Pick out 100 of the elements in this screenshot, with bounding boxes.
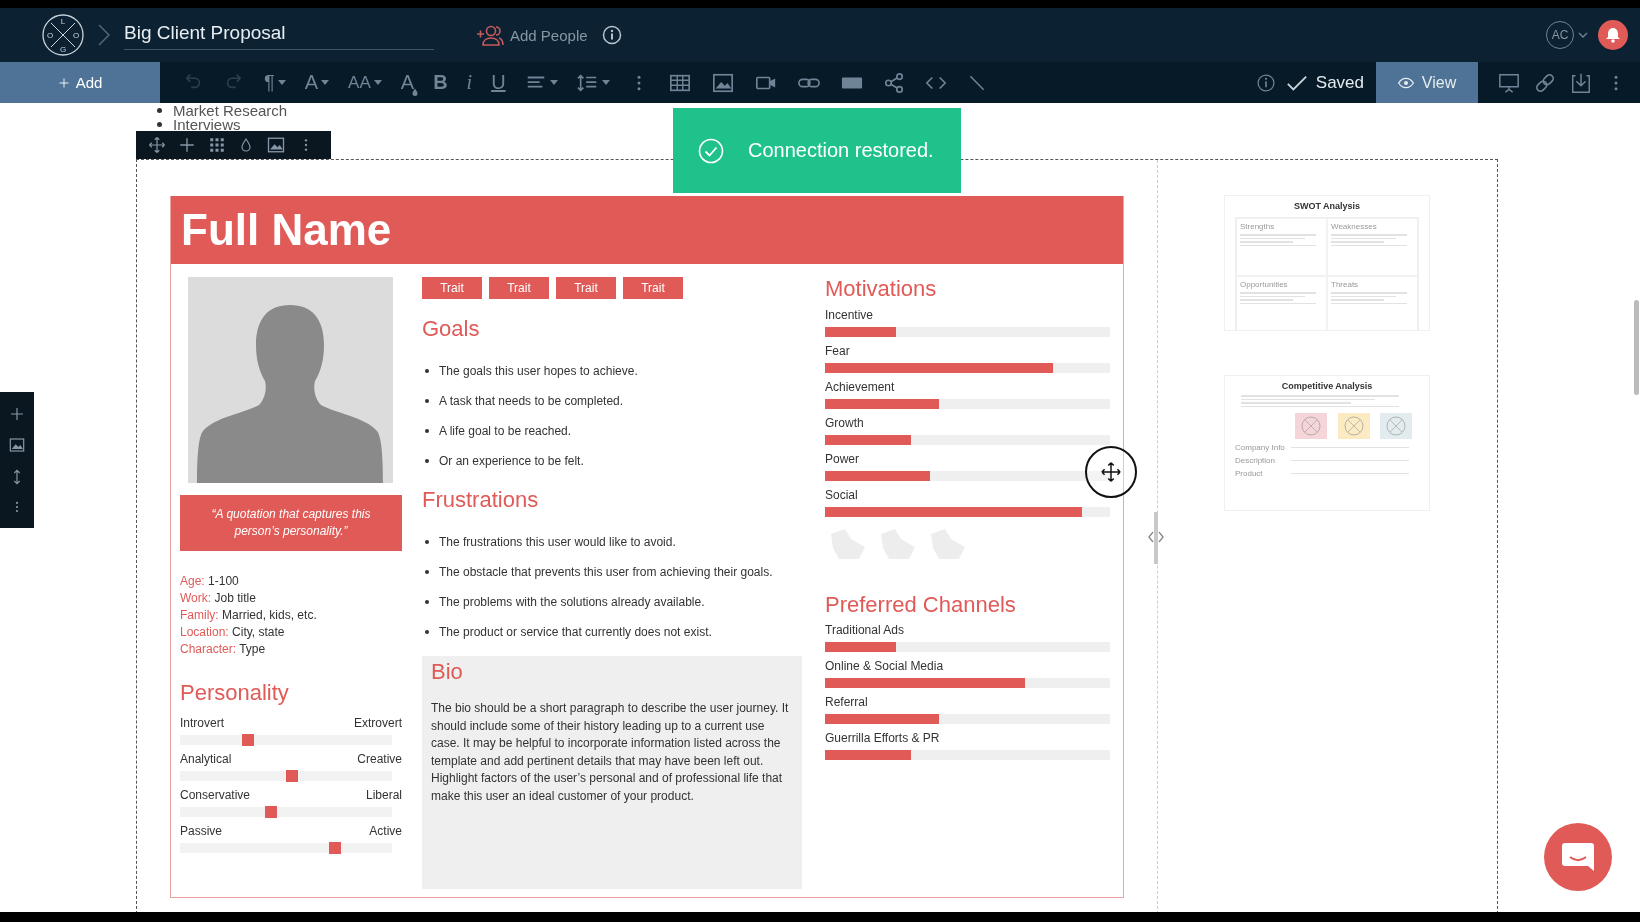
detail-value: 1-100 xyxy=(208,574,239,588)
bar-label: Achievement xyxy=(825,379,896,395)
frustration-item: The problems with the solutions already available. xyxy=(439,595,705,609)
italic-button[interactable]: i xyxy=(466,71,473,94)
bar-label: Power xyxy=(825,451,860,467)
text-color-button[interactable]: A xyxy=(400,71,415,94)
bar-label: Growth xyxy=(825,415,865,431)
caret-icon[interactable] xyxy=(1578,32,1588,38)
thumbnail-title: SWOT Analysis xyxy=(1292,201,1362,211)
row-label: Description xyxy=(1235,456,1276,465)
detail-label: Location: xyxy=(180,625,229,639)
slider-label: Active xyxy=(369,823,402,839)
logo-icon[interactable]: L O G O xyxy=(42,14,84,56)
detail-value: Job title xyxy=(214,591,256,605)
scrollbar[interactable] xyxy=(1634,300,1639,395)
bullet-icon xyxy=(157,121,162,127)
slider-track[interactable] xyxy=(180,771,392,781)
bar-label: Traditional Ads xyxy=(825,622,905,638)
slider-label: Introvert xyxy=(180,715,224,731)
section-heading: Goals xyxy=(422,315,481,343)
trait-tag: Trait xyxy=(556,277,616,299)
bullet-icon xyxy=(425,429,429,433)
goal-item: The goals this user hopes to achieve. xyxy=(439,364,638,378)
bullet-icon xyxy=(425,630,429,634)
slider-label: Liberal xyxy=(365,787,402,803)
grid-icon[interactable] xyxy=(208,136,226,154)
chat-icon xyxy=(1561,842,1595,872)
move-icon[interactable] xyxy=(148,136,166,154)
image-icon[interactable] xyxy=(8,437,26,454)
bold-button[interactable]: B xyxy=(433,71,448,94)
bar-label: Online & Social Media xyxy=(825,658,945,674)
caret-icon[interactable] xyxy=(601,80,610,85)
underline-button[interactable]: U xyxy=(491,71,506,94)
slider-label: Analytical xyxy=(180,751,232,767)
download-icon[interactable] xyxy=(1570,71,1592,94)
add-button[interactable]: Add xyxy=(0,62,160,103)
paragraph-button[interactable]: ¶ xyxy=(264,71,286,94)
page-thumbnail[interactable]: Competitive Analysis Company Info Description Product xyxy=(1224,375,1430,511)
detail-label: Character: xyxy=(180,642,237,656)
bullet-icon xyxy=(425,459,429,463)
frustration-item: The obstacle that prevents this user from achieving their goals. xyxy=(439,565,773,579)
add-people-button[interactable]: Add People xyxy=(476,24,588,46)
color-icon[interactable] xyxy=(238,137,254,153)
resize-handle[interactable] xyxy=(1154,512,1158,564)
font-button[interactable]: A xyxy=(304,71,330,94)
detail-value: City, state xyxy=(232,625,285,639)
goal-item: Or an experience to be felt. xyxy=(439,454,584,468)
goal-item: A life goal to be reached. xyxy=(439,424,572,438)
trait-tag: Trait xyxy=(489,277,549,299)
detail-label: Work: xyxy=(180,591,212,605)
bullet-icon xyxy=(157,107,162,113)
notification-button[interactable] xyxy=(1598,20,1628,50)
slider-track[interactable] xyxy=(180,807,392,817)
slider-track[interactable] xyxy=(180,843,392,853)
page-thumbnail[interactable]: SWOT Analysis Strengths Weaknesses Opportunities Threats xyxy=(1224,195,1430,331)
info-icon[interactable] xyxy=(601,25,622,45)
document-title[interactable]: Big Client Proposal xyxy=(124,22,434,50)
row-label: Company Info xyxy=(1235,443,1286,452)
slider-thumb[interactable] xyxy=(265,806,278,818)
caret-icon[interactable] xyxy=(373,80,382,85)
section-heading: Motivations xyxy=(825,275,938,303)
detail-value: Type xyxy=(239,642,266,656)
slider-track[interactable] xyxy=(180,735,392,745)
bio-text: The bio should be a short paragraph to describe the user journey. It should include some of their history leading up to a current use case. It may be helpful to incorporate information listed across the template and add pertinent details that may have been left out. Highlight factors of the user’s personal and of professional life that make this user an ideal customer of your product. xyxy=(431,700,790,805)
plus-icon xyxy=(57,76,70,89)
trait-tag: Trait xyxy=(623,277,683,299)
trait-tag: Trait xyxy=(422,277,482,299)
add-icon[interactable] xyxy=(178,136,196,154)
bar-label: Fear xyxy=(825,343,851,359)
image-icon[interactable] xyxy=(266,136,286,154)
caret-icon[interactable] xyxy=(549,80,558,85)
bar-label: Referral xyxy=(825,694,869,710)
slider-thumb[interactable] xyxy=(328,842,341,854)
caret-icon[interactable] xyxy=(277,80,286,85)
section-heading: Preferred Channels xyxy=(825,591,1017,619)
frustration-item: The product or service that currently does not exist. xyxy=(439,625,712,639)
row-label: Product xyxy=(1235,469,1264,478)
section-heading: Personality xyxy=(180,679,290,707)
slider-label: Conservative xyxy=(180,787,251,803)
chevron-icon xyxy=(98,24,110,46)
resize-arrows-icon[interactable] xyxy=(1148,530,1164,544)
slider-thumb[interactable] xyxy=(286,770,299,782)
font-size-button[interactable]: AA xyxy=(348,72,382,93)
persona-name: Full Name xyxy=(171,196,1123,264)
goal-item: A task that needs to be completed. xyxy=(439,394,624,408)
share-icon[interactable] xyxy=(882,71,905,94)
section-label: Opportunities xyxy=(1240,280,1289,289)
view-button[interactable]: View xyxy=(1376,62,1478,103)
image-icon[interactable] xyxy=(710,71,735,94)
bar-label: Guerrilla Efforts & PR xyxy=(825,730,941,746)
frustration-item: The frustrations this user would like to avoid. xyxy=(439,535,676,549)
caret-icon[interactable] xyxy=(321,80,330,85)
bullet-icon xyxy=(425,369,429,373)
add-icon[interactable] xyxy=(9,405,25,422)
info-icon[interactable] xyxy=(1255,72,1276,93)
slider-thumb[interactable] xyxy=(241,734,254,746)
bullet-icon xyxy=(425,399,429,403)
detail-label: Age: xyxy=(180,574,205,588)
section-heading: Frustrations xyxy=(422,486,540,514)
presentation-icon[interactable] xyxy=(1498,71,1520,94)
